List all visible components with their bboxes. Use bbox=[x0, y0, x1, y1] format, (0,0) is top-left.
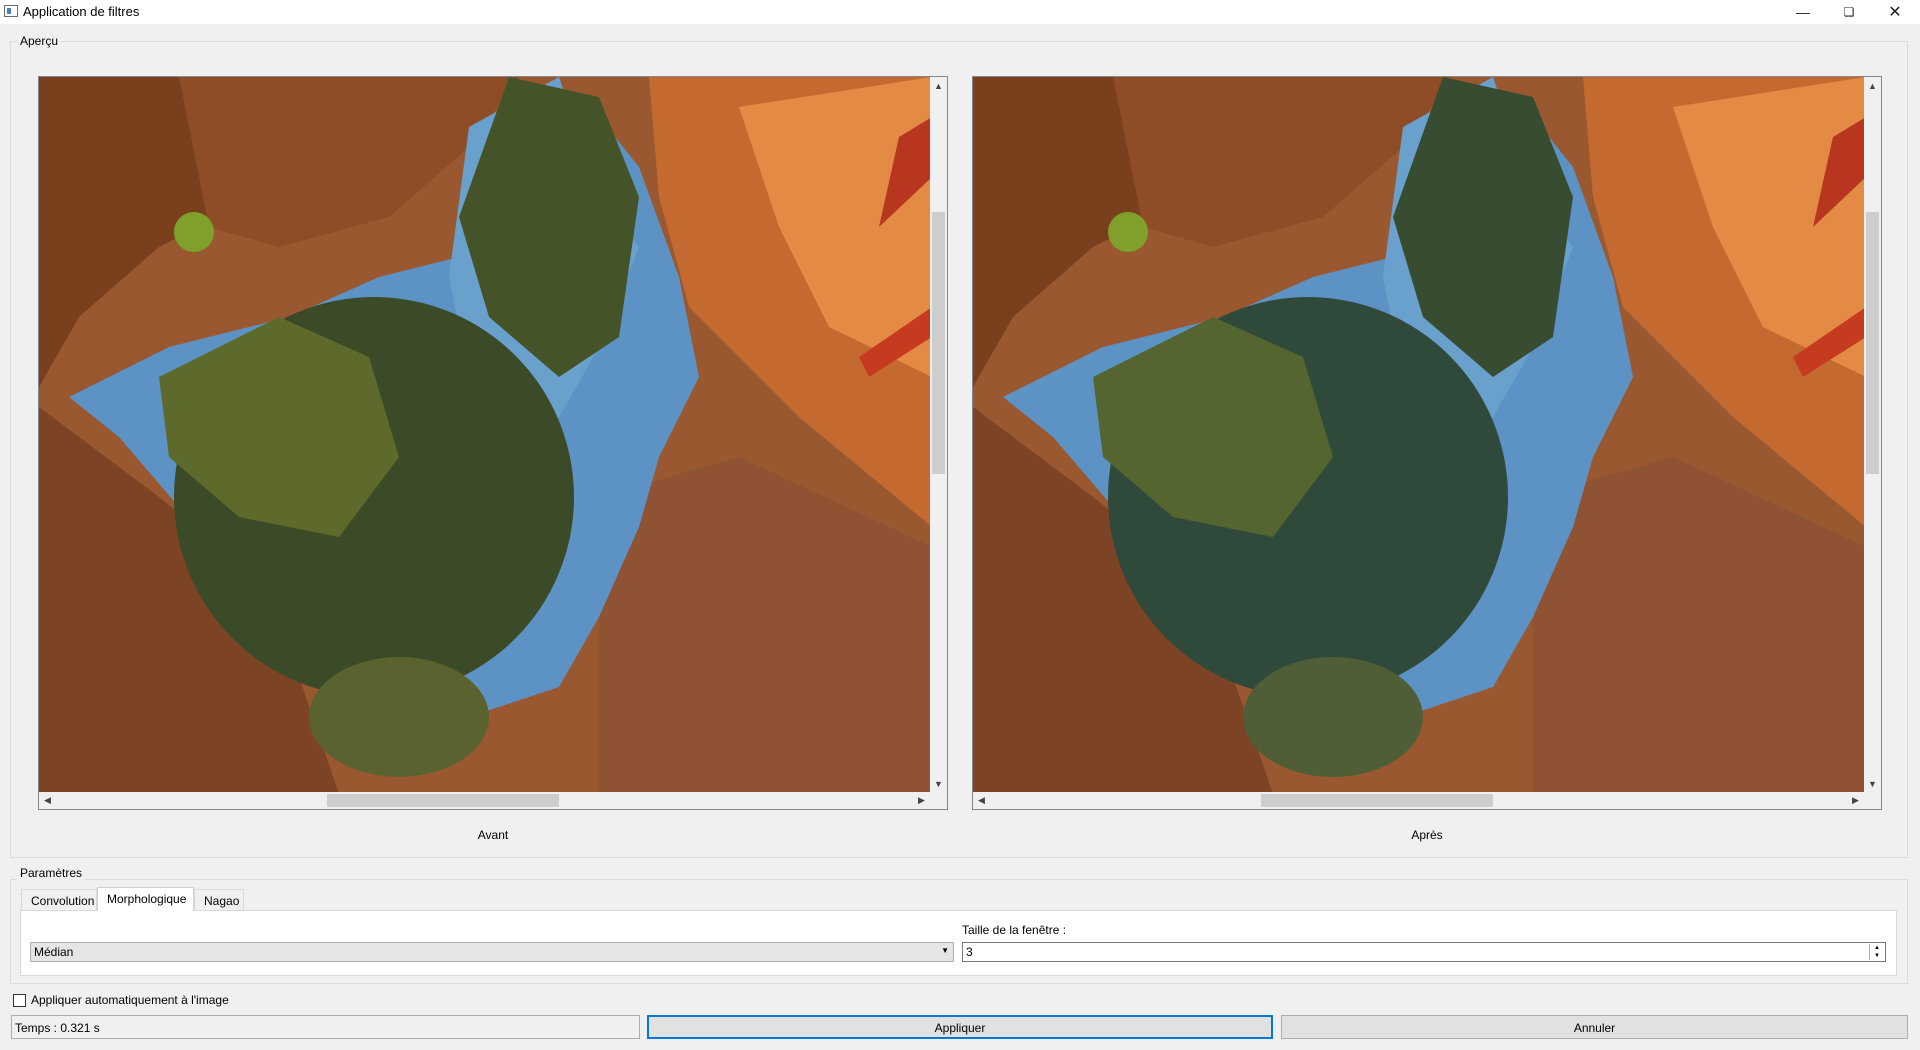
after-caption: Après bbox=[1411, 828, 1443, 842]
scroll-left-icon[interactable]: ◀ bbox=[973, 792, 990, 809]
close-icon[interactable]: ✕ bbox=[1872, 0, 1918, 24]
window-size-value: 3 bbox=[966, 945, 973, 959]
before-caption: Avant bbox=[477, 828, 509, 842]
cancel-button[interactable]: Annuler bbox=[1281, 1015, 1908, 1039]
horizontal-scroll-thumb[interactable] bbox=[327, 794, 559, 807]
auto-apply-label: Appliquer automatiquement à l'image bbox=[31, 993, 229, 1007]
scroll-right-icon[interactable]: ▶ bbox=[913, 792, 930, 809]
spin-up-icon[interactable]: ▲ bbox=[1870, 944, 1884, 952]
title-bar: Application de filtres — ❏ ✕ bbox=[0, 0, 1920, 24]
vertical-scroll-thumb[interactable] bbox=[932, 212, 945, 474]
scroll-right-icon[interactable]: ▶ bbox=[1847, 792, 1864, 809]
minimize-icon[interactable]: — bbox=[1780, 0, 1826, 24]
scroll-corner bbox=[1864, 792, 1881, 809]
window-size-label: Taille de la fenêtre : bbox=[962, 923, 1067, 937]
before-vertical-scrollbar[interactable]: ▲ ▼ bbox=[930, 77, 947, 792]
window-size-spinbox[interactable]: 3 ▲ ▼ bbox=[962, 942, 1886, 962]
preview-group-label: Aperçu bbox=[17, 34, 62, 48]
after-image bbox=[973, 77, 1866, 794]
before-horizontal-scrollbar[interactable]: ◀ ▶ bbox=[39, 792, 930, 809]
tab-convolution[interactable]: Convolution bbox=[21, 889, 97, 910]
elapsed-time-status: Temps : 0.321 s bbox=[11, 1015, 640, 1039]
after-image-viewer[interactable]: ▲ ▼ ◀ ▶ bbox=[972, 76, 1882, 810]
spin-down-icon[interactable]: ▼ bbox=[1870, 952, 1884, 960]
tab-nagao[interactable]: Nagao bbox=[194, 889, 244, 910]
scroll-up-icon[interactable]: ▲ bbox=[930, 77, 947, 94]
before-image-viewer[interactable]: ▲ ▼ ◀ ▶ bbox=[38, 76, 948, 810]
filter-type-value: Médian bbox=[34, 945, 74, 959]
scroll-down-icon[interactable]: ▼ bbox=[930, 775, 947, 792]
parameters-group-label: Paramètres bbox=[17, 866, 86, 880]
app-icon bbox=[4, 5, 18, 17]
scroll-left-icon[interactable]: ◀ bbox=[39, 792, 56, 809]
scroll-up-icon[interactable]: ▲ bbox=[1864, 77, 1881, 94]
tab-morphologique[interactable]: Morphologique bbox=[97, 887, 194, 911]
apply-button[interactable]: Appliquer bbox=[647, 1015, 1273, 1039]
vertical-scroll-thumb[interactable] bbox=[1866, 212, 1879, 474]
horizontal-scroll-thumb[interactable] bbox=[1261, 794, 1493, 807]
scroll-down-icon[interactable]: ▼ bbox=[1864, 775, 1881, 792]
restore-icon[interactable]: ❏ bbox=[1826, 0, 1872, 24]
scroll-corner bbox=[930, 792, 947, 809]
window-title: Application de filtres bbox=[23, 4, 140, 19]
spin-buttons[interactable]: ▲ ▼ bbox=[1869, 944, 1884, 960]
after-horizontal-scrollbar[interactable]: ◀ ▶ bbox=[973, 792, 1864, 809]
auto-apply-checkbox[interactable] bbox=[13, 994, 26, 1007]
after-vertical-scrollbar[interactable]: ▲ ▼ bbox=[1864, 77, 1881, 792]
chevron-down-icon: ▼ bbox=[941, 946, 949, 955]
filter-type-select[interactable]: Médian ▼ bbox=[30, 942, 954, 962]
before-image bbox=[39, 77, 932, 794]
